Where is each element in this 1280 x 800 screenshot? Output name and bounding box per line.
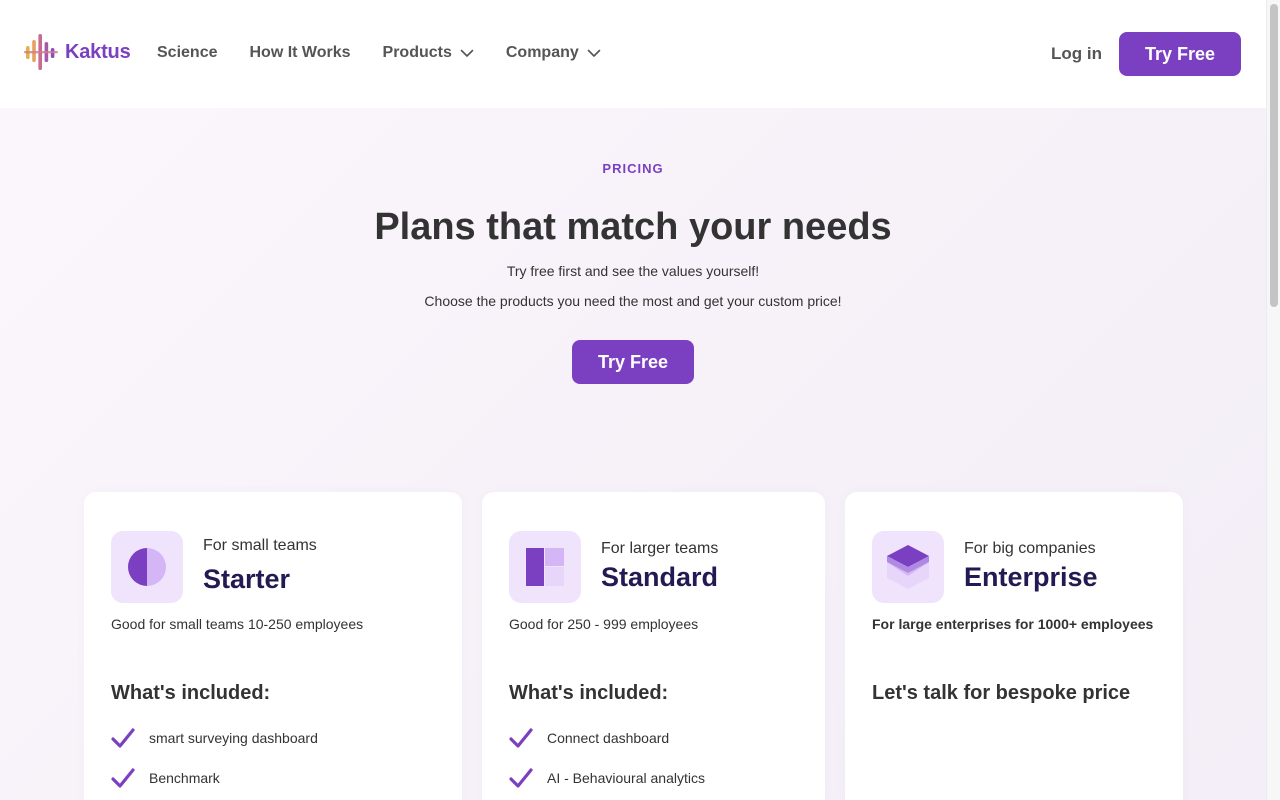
plan-audience: For larger teams (601, 540, 719, 557)
plan-icon-tile (872, 531, 944, 603)
stacked-layers-icon (887, 545, 929, 589)
check-icon (509, 768, 533, 788)
kaktus-logo-icon (24, 34, 58, 70)
plan-card-standard: For larger teams Standard Good for 250 -… (482, 492, 825, 800)
plan-card-starter: For small teams Starter Good for small t… (84, 492, 462, 800)
page-title: Plans that match your needs (374, 206, 892, 248)
list-item: smart surveying dashboard (111, 727, 318, 749)
feature-label: Benchmark (149, 770, 220, 786)
list-item: AI - Behavioural analytics (509, 767, 705, 789)
hero-subtitle: Choose the products you need the most an… (424, 293, 842, 309)
check-icon (111, 768, 135, 788)
check-icon (509, 728, 533, 748)
nav-item-science[interactable]: Science (157, 44, 217, 62)
plan-name: Standard (601, 562, 719, 592)
plan-card-enterprise: For big companies Enterprise For large e… (845, 492, 1183, 800)
plan-name: Enterprise (964, 562, 1098, 592)
plan-description: For large enterprises for 1000+ employee… (872, 616, 1154, 632)
check-icon (111, 728, 135, 748)
login-link[interactable]: Log in (1051, 44, 1102, 64)
nav-item-label: Science (157, 44, 218, 61)
plan-name: Starter (203, 564, 291, 594)
main-nav: Science How It Works Products Company (157, 44, 633, 62)
feature-label: AI - Behavioural analytics (547, 770, 705, 786)
plan-icon-tile (111, 531, 183, 603)
blocks-icon (526, 548, 564, 586)
hero-try-free-button[interactable]: Try Free (572, 340, 694, 384)
plan-icon-tile (509, 531, 581, 603)
try-free-button[interactable]: Try Free (1119, 32, 1241, 76)
nav-item-label: Company (505, 44, 579, 61)
feature-label: smart surveying dashboard (149, 730, 318, 746)
plan-section-title: What's included: (509, 682, 669, 704)
chevron-down-icon (587, 49, 601, 57)
chevron-down-icon (460, 49, 474, 57)
plan-description: Good for small teams 10-250 employees (111, 616, 364, 632)
section-eyebrow: PRICING (602, 161, 664, 176)
plan-description: Good for 250 - 999 employees (509, 616, 699, 632)
plan-section-title: Let's talk for bespoke price (872, 682, 1131, 704)
half-circle-icon (128, 548, 166, 586)
plan-audience: For big companies (964, 540, 1096, 557)
list-item: Benchmark (111, 767, 220, 789)
nav-item-label: Products (382, 44, 452, 61)
nav-item-products[interactable]: Products (383, 44, 474, 62)
brand-name: Kaktus (65, 40, 131, 63)
plan-section-title: What's included: (111, 682, 271, 704)
page-scrollbar[interactable] (1266, 0, 1280, 800)
feature-label: Connect dashboard (547, 730, 670, 746)
nav-item-company[interactable]: Company (506, 44, 601, 62)
nav-item-label: How It Works (249, 44, 351, 61)
nav-item-how-it-works[interactable]: How It Works (249, 44, 350, 62)
list-item: Connect dashboard (509, 727, 669, 749)
top-navigation-bar: Kaktus Science How It Works Products Com… (0, 0, 1266, 108)
brand-logo[interactable]: Kaktus (24, 33, 131, 71)
plan-audience: For small teams (203, 537, 317, 554)
scrollbar-thumb[interactable] (1270, 4, 1278, 307)
hero-subtitle: Try free first and see the values yourse… (506, 263, 760, 279)
